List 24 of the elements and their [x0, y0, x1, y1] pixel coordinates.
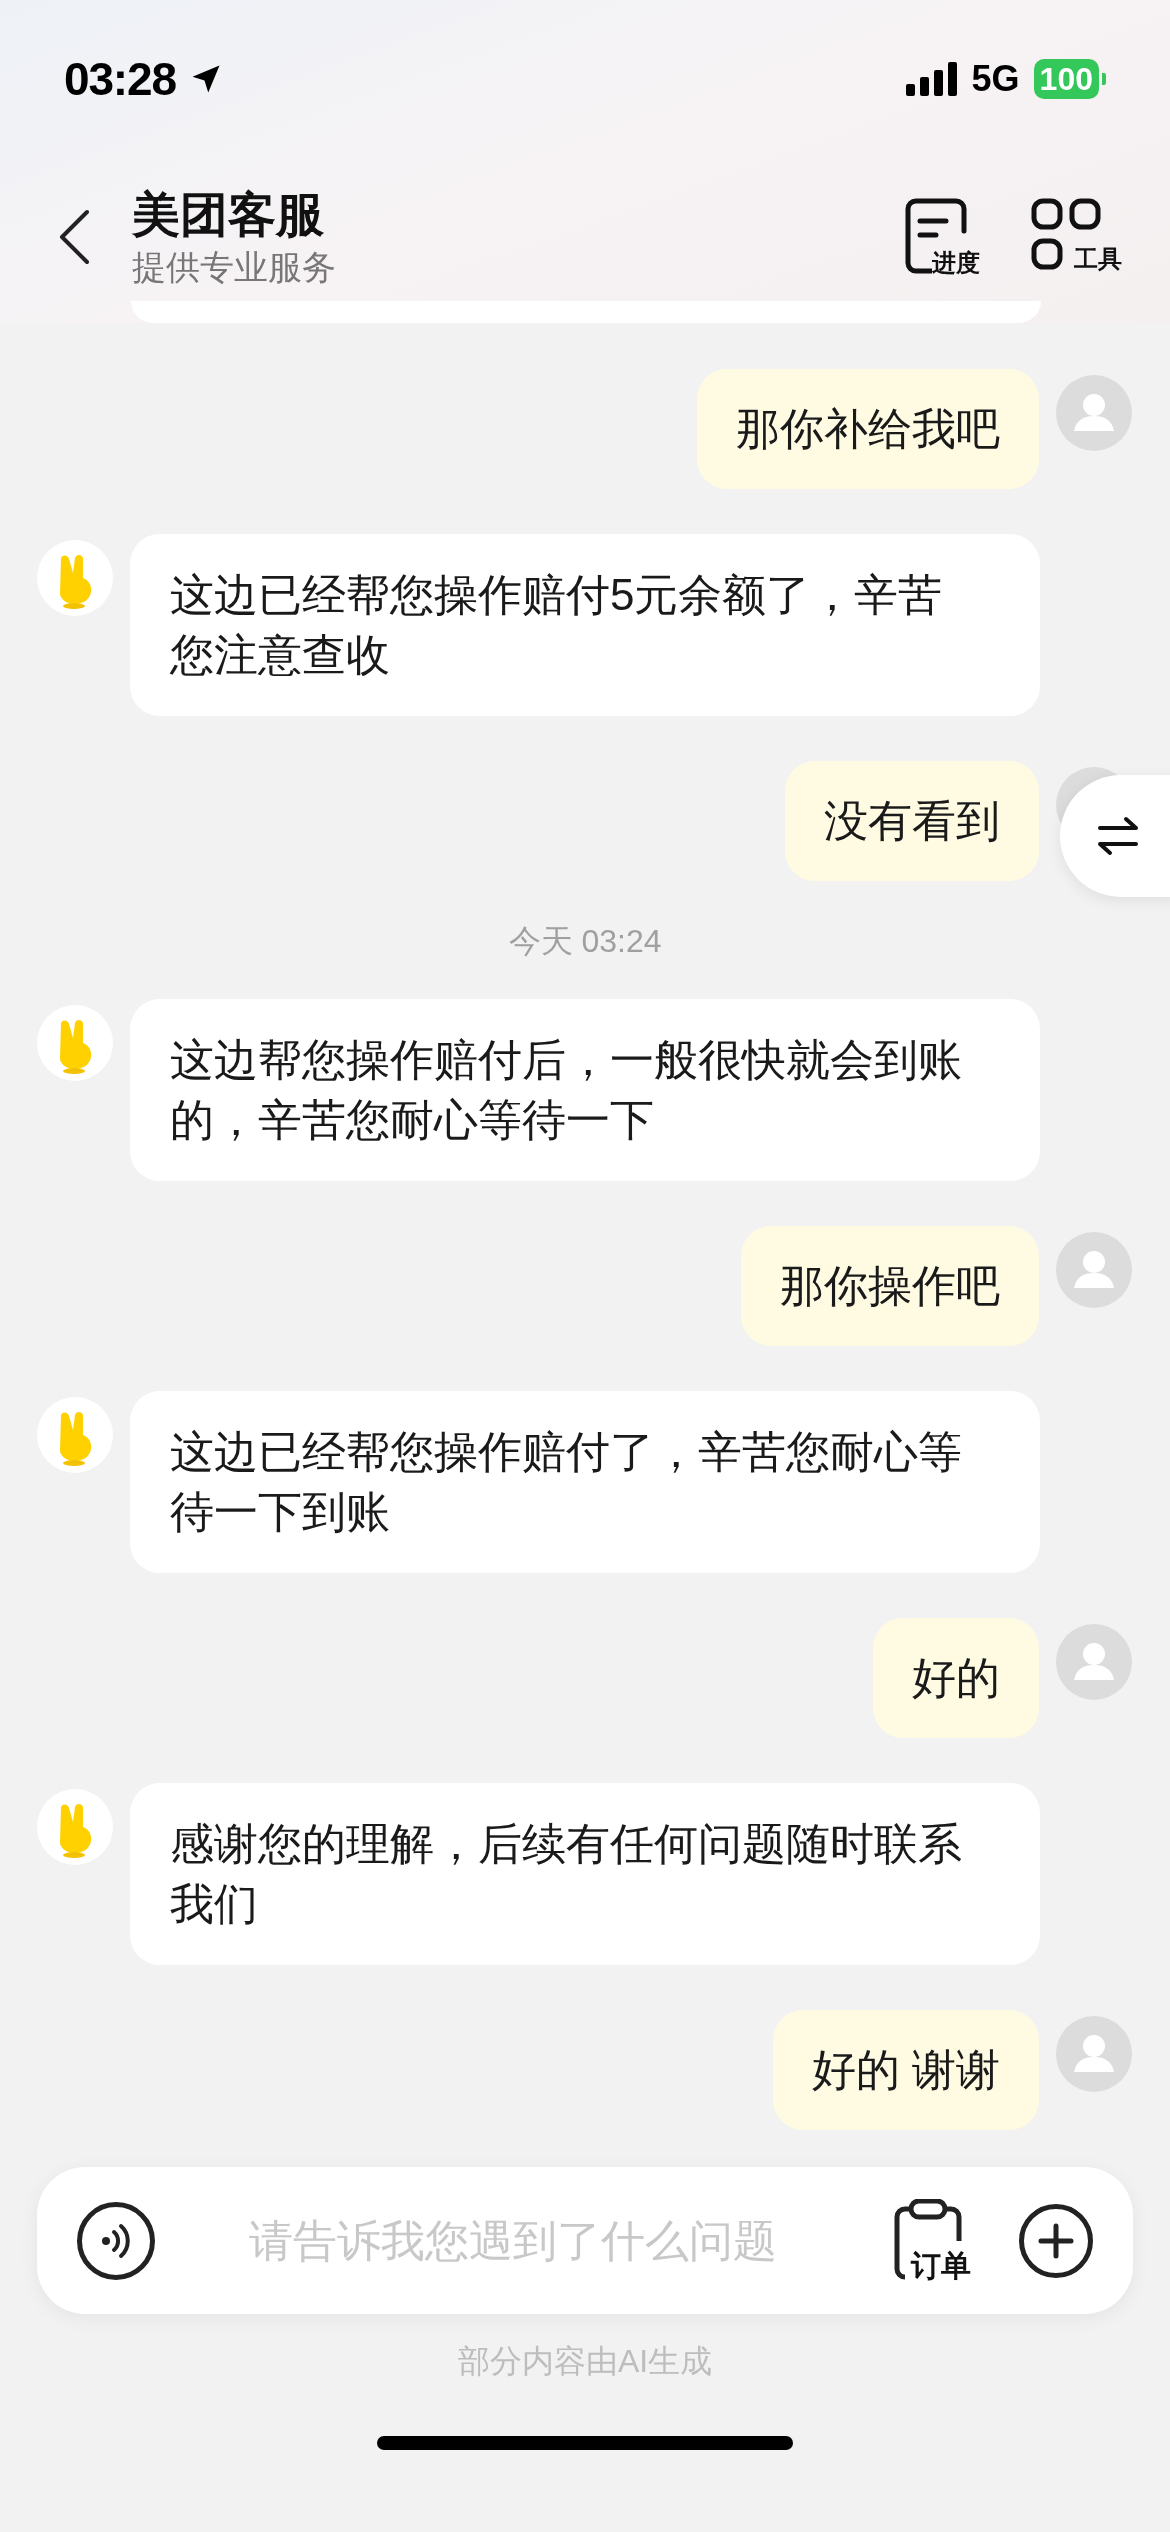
add-button[interactable] [1019, 2203, 1093, 2278]
chat-subtitle: 提供专业服务 [132, 246, 336, 288]
battery-indicator: 100 [1033, 59, 1106, 99]
signal-icon [905, 62, 958, 96]
message-bubble: 这边已经帮您操作赔付5元余额了，辛苦您注意查收 [130, 534, 1040, 716]
voice-button[interactable] [77, 2201, 155, 2280]
back-chevron-icon [57, 207, 91, 266]
order-button[interactable]: 订单 [891, 2198, 981, 2283]
message-bubble: 好的 [873, 1618, 1039, 1738]
timestamp: 今天 03:24 [508, 923, 662, 959]
chat-title: 美团客服 [132, 186, 325, 243]
tools-button[interactable]: 工具 [1030, 196, 1124, 277]
message-bubble: 好的 谢谢 [772, 2010, 1039, 2130]
message-bubble: 这边已经帮您操作赔付了，辛苦您耐心等待一下到账 [130, 1391, 1040, 1573]
switch-button[interactable] [1060, 775, 1170, 897]
message-bubble: 没有看到 [785, 761, 1039, 881]
message-bubble: 这边帮您操作赔付后，一般很快就会到账的，辛苦您耐心等待一下 [130, 999, 1040, 1181]
message-bubble: 那你补给我吧 [697, 369, 1039, 489]
plus-icon [1038, 2222, 1074, 2259]
network-label: 5G [971, 57, 1020, 101]
message-bubble: 感谢您的理解，后续有任何问题随时联系我们 [130, 1783, 1040, 1965]
message-bubble: 那你操作吧 [741, 1226, 1039, 1346]
progress-button[interactable]: 进度 [902, 196, 996, 277]
status-time: 03:28 [64, 51, 176, 107]
